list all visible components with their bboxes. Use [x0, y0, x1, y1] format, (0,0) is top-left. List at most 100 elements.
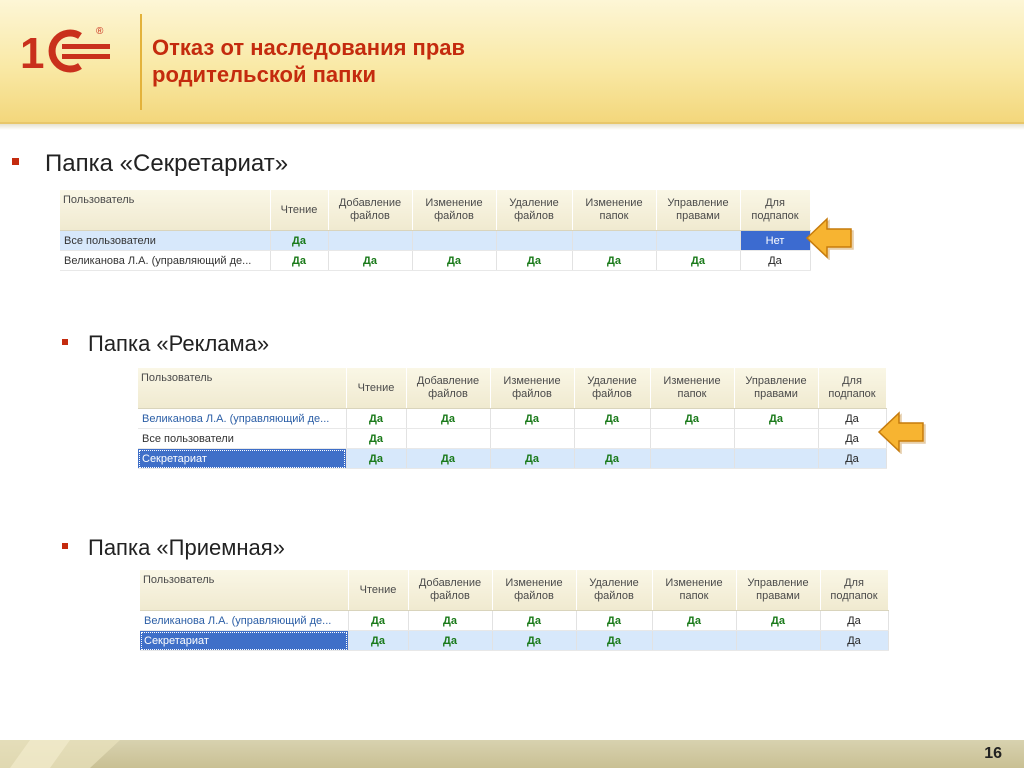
- user-cell[interactable]: Великанова Л.А. (управляющий де...: [140, 610, 349, 631]
- bullet-label: Папка «Секретариат»: [45, 150, 289, 177]
- subfolders-cell[interactable]: Да: [820, 610, 889, 631]
- table-row[interactable]: Великанова Л.А. (управляющий де... Да Да…: [60, 250, 811, 271]
- column-header-user[interactable]: Пользователь: [60, 190, 271, 231]
- read-cell[interactable]: Да: [346, 428, 407, 449]
- delete-files-cell[interactable]: Да: [576, 630, 653, 651]
- column-header-user[interactable]: Пользователь: [138, 368, 347, 409]
- subfolders-cell[interactable]: Да: [820, 630, 889, 651]
- add-files-cell[interactable]: Да: [406, 448, 491, 469]
- column-header-add-files[interactable]: Добавление файлов: [408, 570, 493, 611]
- column-header-edit-files[interactable]: Изменение файлов: [412, 190, 497, 231]
- user-cell[interactable]: Все пользователи: [60, 230, 271, 251]
- title-line-2: родительской папки: [152, 62, 376, 87]
- read-cell[interactable]: Да: [346, 408, 407, 429]
- slide-title: Отказ от наследования прав родительской …: [152, 34, 752, 88]
- read-cell[interactable]: Да: [348, 630, 409, 651]
- table-row[interactable]: Все пользователи Да Нет: [60, 230, 811, 251]
- column-header-user[interactable]: Пользователь: [140, 570, 349, 611]
- column-header-manage-rights[interactable]: Управление правами: [736, 570, 821, 611]
- table-row[interactable]: Великанова Л.А. (управляющий де... Да Да…: [140, 610, 889, 631]
- column-header-delete-files[interactable]: Удаление файлов: [576, 570, 653, 611]
- column-header-subfolders[interactable]: Для подпапок: [818, 368, 887, 409]
- column-header-read[interactable]: Чтение: [346, 368, 407, 409]
- arrow-left-icon: [877, 411, 926, 454]
- table-header-row: Пользователь Чтение Добавление файлов Из…: [138, 368, 887, 409]
- registered-mark: ®: [96, 26, 104, 37]
- edit-files-cell[interactable]: [490, 428, 575, 449]
- manage-rights-cell[interactable]: Да: [736, 610, 821, 631]
- edit-files-cell[interactable]: Да: [412, 250, 497, 271]
- bullet-square-icon: [12, 158, 19, 166]
- column-header-add-files[interactable]: Добавление файлов: [406, 368, 491, 409]
- edit-files-cell[interactable]: Да: [492, 610, 577, 631]
- edit-folders-cell[interactable]: Да: [652, 610, 737, 631]
- edit-folders-cell[interactable]: [650, 428, 735, 449]
- bullet-sekretariat: Папка «Секретариат»: [12, 150, 288, 178]
- add-files-cell[interactable]: [328, 230, 413, 251]
- manage-rights-cell[interactable]: [736, 630, 821, 651]
- add-files-cell[interactable]: Да: [408, 610, 493, 631]
- user-cell[interactable]: Секретариат: [140, 630, 349, 651]
- add-files-cell[interactable]: [406, 428, 491, 449]
- delete-files-cell[interactable]: Да: [496, 250, 573, 271]
- column-header-edit-folders[interactable]: Изменение папок: [572, 190, 657, 231]
- table-row[interactable]: Секретариат Да Да Да Да Да: [140, 630, 889, 651]
- column-header-edit-files[interactable]: Изменение файлов: [492, 570, 577, 611]
- column-header-manage-rights[interactable]: Управление правами: [734, 368, 819, 409]
- edit-folders-cell[interactable]: [650, 448, 735, 469]
- user-cell[interactable]: Секретариат: [138, 448, 347, 469]
- edit-files-cell[interactable]: Да: [490, 408, 575, 429]
- rights-table-reklama: Пользователь Чтение Добавление файлов Из…: [138, 368, 887, 469]
- subfolders-cell[interactable]: Да: [740, 250, 811, 271]
- table-row[interactable]: Секретариат Да Да Да Да Да: [138, 448, 887, 469]
- add-files-cell[interactable]: Да: [408, 630, 493, 651]
- header-divider: [140, 14, 142, 110]
- column-header-delete-files[interactable]: Удаление файлов: [574, 368, 651, 409]
- manage-rights-cell[interactable]: Да: [734, 408, 819, 429]
- edit-folders-cell[interactable]: Да: [572, 250, 657, 271]
- user-cell[interactable]: Великанова Л.А. (управляющий де...: [60, 250, 271, 271]
- column-header-edit-files[interactable]: Изменение файлов: [490, 368, 575, 409]
- manage-rights-cell[interactable]: Да: [656, 250, 741, 271]
- manage-rights-cell[interactable]: [656, 230, 741, 251]
- table-row[interactable]: Великанова Л.А. (управляющий де... Да Да…: [138, 408, 887, 429]
- bullet-reklama: Папка «Реклама»: [62, 331, 269, 357]
- edit-folders-cell[interactable]: [652, 630, 737, 651]
- column-header-read[interactable]: Чтение: [270, 190, 329, 231]
- delete-files-cell[interactable]: [574, 428, 651, 449]
- table-row[interactable]: Все пользователи Да Да: [138, 428, 887, 449]
- read-cell[interactable]: Да: [270, 250, 329, 271]
- delete-files-cell[interactable]: Да: [576, 610, 653, 631]
- column-header-edit-folders[interactable]: Изменение папок: [650, 368, 735, 409]
- bullet-square-icon: [62, 339, 68, 346]
- edit-folders-cell[interactable]: Да: [650, 408, 735, 429]
- table-header-row: Пользователь Чтение Добавление файлов Из…: [60, 190, 811, 231]
- add-files-cell[interactable]: Да: [328, 250, 413, 271]
- rights-table-priemnaya: Пользователь Чтение Добавление файлов Из…: [140, 570, 889, 651]
- slide-header: 1 ® Отказ от наследования прав родительс…: [0, 0, 1024, 124]
- read-cell[interactable]: Да: [348, 610, 409, 631]
- delete-files-cell[interactable]: Да: [574, 408, 651, 429]
- manage-rights-cell[interactable]: [734, 428, 819, 449]
- column-header-delete-files[interactable]: Удаление файлов: [496, 190, 573, 231]
- read-cell[interactable]: Да: [270, 230, 329, 251]
- read-cell[interactable]: Да: [346, 448, 407, 469]
- slide-footer: 16: [0, 740, 1024, 768]
- delete-files-cell[interactable]: [496, 230, 573, 251]
- column-header-manage-rights[interactable]: Управление правами: [656, 190, 741, 231]
- column-header-subfolders[interactable]: Для подпапок: [740, 190, 811, 231]
- delete-files-cell[interactable]: Да: [574, 448, 651, 469]
- edit-files-cell[interactable]: Да: [492, 630, 577, 651]
- column-header-edit-folders[interactable]: Изменение папок: [652, 570, 737, 611]
- user-cell[interactable]: Все пользователи: [138, 428, 347, 449]
- manage-rights-cell[interactable]: [734, 448, 819, 469]
- column-header-subfolders[interactable]: Для подпапок: [820, 570, 889, 611]
- column-header-add-files[interactable]: Добавление файлов: [328, 190, 413, 231]
- column-header-read[interactable]: Чтение: [348, 570, 409, 611]
- edit-files-cell[interactable]: [412, 230, 497, 251]
- user-cell[interactable]: Великанова Л.А. (управляющий де...: [138, 408, 347, 429]
- edit-files-cell[interactable]: Да: [490, 448, 575, 469]
- add-files-cell[interactable]: Да: [406, 408, 491, 429]
- edit-folders-cell[interactable]: [572, 230, 657, 251]
- subfolders-cell[interactable]: Нет: [740, 230, 811, 251]
